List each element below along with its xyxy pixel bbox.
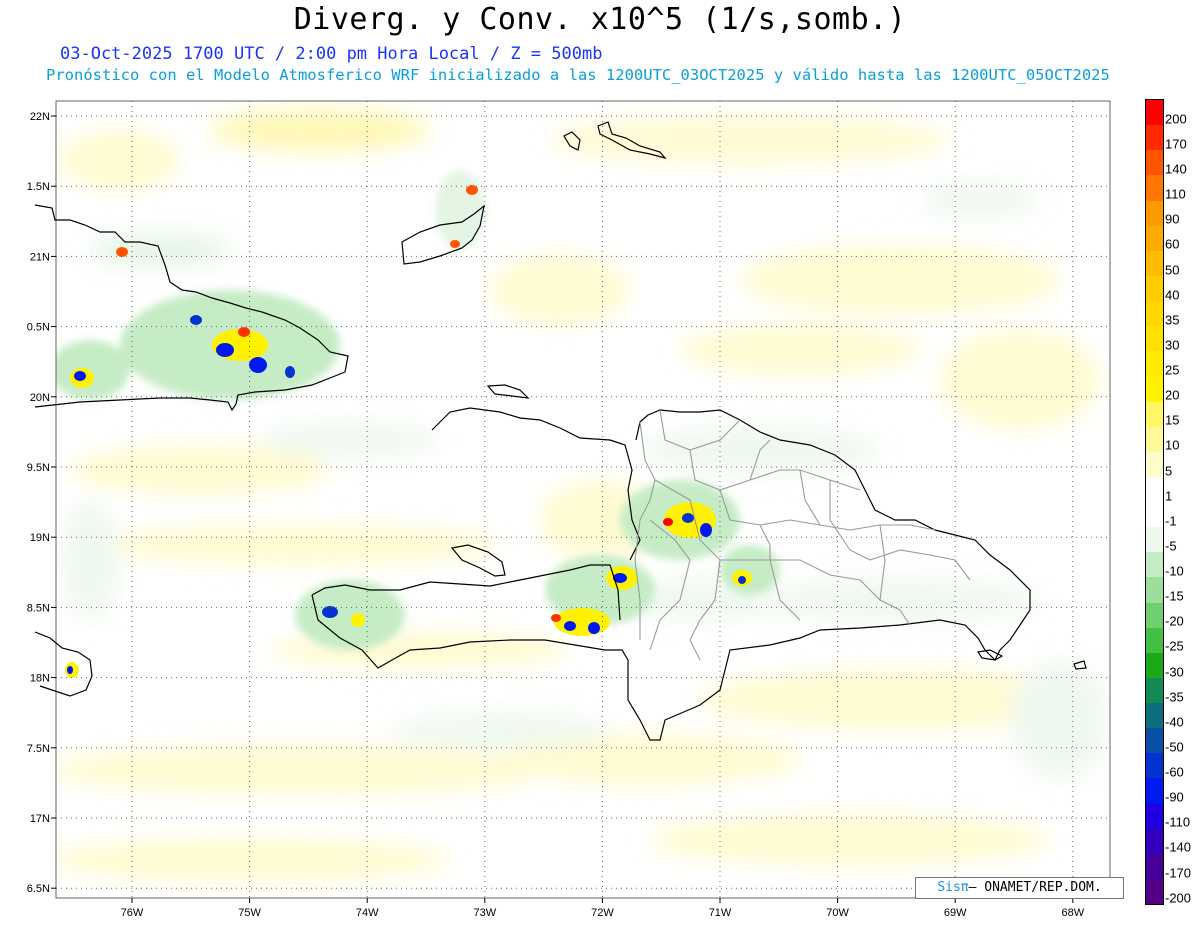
longitude-label: 76W	[121, 907, 144, 919]
colorbar-label: -140	[1165, 839, 1192, 855]
colorbar-label: 15	[1165, 412, 1180, 428]
colorbar-label: -10	[1165, 563, 1184, 579]
colorbar-segment	[1146, 401, 1163, 427]
longitude-label: 71W	[709, 907, 732, 919]
colorbar-segment	[1146, 652, 1163, 678]
longitude-label: 74W	[356, 907, 379, 919]
map-figure: 22N 1.5N 21N 0.5N 20N 9.5N 19N 8.5N 18N 7.5N 17N 6.…	[27, 100, 1111, 919]
colorbar-label: -60	[1165, 764, 1184, 780]
colorbar-label: -40	[1165, 714, 1184, 730]
colorbar-label: -20	[1165, 613, 1184, 629]
colorbar-label: -25	[1165, 638, 1184, 654]
longitude-label: 73W	[473, 907, 496, 919]
colorbar-segment	[1146, 502, 1163, 528]
colorbar-label: 5	[1165, 463, 1173, 479]
colorbar-segment	[1146, 728, 1163, 754]
colorbar-label: -90	[1165, 789, 1184, 805]
latitude-label: 17N	[30, 813, 50, 825]
colorbar-label: 110	[1165, 186, 1186, 202]
colorbar-label: 25	[1165, 362, 1180, 378]
colorbar-segment	[1146, 451, 1163, 477]
colorbar-segment	[1146, 803, 1163, 829]
colorbar-segment	[1146, 778, 1163, 804]
longitude-label: 69W	[944, 907, 967, 919]
colorbar-label: 40	[1165, 287, 1180, 303]
colorbar-segment	[1146, 100, 1163, 126]
colorbar-segment	[1146, 677, 1163, 703]
colorbar-segment	[1146, 602, 1163, 628]
colorbar-label: -1	[1165, 513, 1177, 529]
colorbar-segment	[1146, 476, 1163, 502]
latitude-label: 19N	[30, 532, 50, 544]
colorbar-label: -50	[1165, 739, 1184, 755]
colorbar-segment	[1146, 250, 1163, 276]
colorbar-label: -35	[1165, 689, 1184, 705]
colorbar-label: 35	[1165, 312, 1180, 328]
latitude-label: 0.5N	[27, 322, 50, 334]
colorbar-label: -5	[1165, 538, 1177, 554]
colorbar-label: -110	[1165, 814, 1191, 830]
colorbar-label: 50	[1165, 262, 1180, 278]
colorbar-segment	[1146, 627, 1163, 653]
colorbar-label: -30	[1165, 664, 1184, 680]
colorbar-segment	[1146, 703, 1163, 729]
longitude-labels: 76W 75W 74W 73W 72W 71W 70W 69W 68W	[121, 898, 1085, 919]
colorbar-segment	[1146, 225, 1163, 251]
latitude-label: 6.5N	[27, 883, 50, 895]
colorbar-segment	[1146, 828, 1163, 854]
colorbar-segment	[1146, 326, 1163, 352]
colorbar-label: 170	[1165, 136, 1187, 152]
colorbar-label: 200	[1165, 111, 1187, 127]
colorbar-segment	[1146, 175, 1163, 201]
colorbar-label: -200	[1165, 890, 1192, 906]
colorbar-label: 10	[1165, 437, 1180, 453]
latitude-label: 7.5N	[27, 743, 50, 755]
latitude-label: 8.5N	[27, 602, 50, 614]
colorbar-segment	[1146, 853, 1163, 879]
colorbar-segment	[1146, 552, 1163, 578]
colorbar-label: 1	[1165, 488, 1173, 504]
colorbar-segment	[1146, 275, 1163, 301]
colorbar-label: 140	[1165, 161, 1187, 177]
colorbar-label: -15	[1165, 588, 1184, 604]
colorbar-segment	[1146, 426, 1163, 452]
colorbar-segment	[1146, 376, 1163, 402]
longitude-label: 75W	[238, 907, 261, 919]
colorbar-label: 20	[1165, 387, 1180, 403]
colorbar-segment	[1146, 200, 1163, 226]
latitude-label: 20N	[30, 392, 50, 404]
latitude-label: 1.5N	[27, 181, 50, 193]
colorbar-segment	[1146, 753, 1163, 779]
credit-box: Sisπ– ONAMET/REP.DOM.	[915, 877, 1124, 899]
latitude-label: 22N	[30, 111, 50, 123]
colorbar-label: 90	[1165, 211, 1180, 227]
colorbar-segment	[1146, 125, 1163, 151]
colorbar-segment	[1146, 150, 1163, 176]
longitude-label: 68W	[1061, 907, 1084, 919]
latitude-label: 21N	[30, 251, 50, 263]
sispi-logo-text: Sisπ	[937, 880, 969, 895]
latitude-labels: 22N 1.5N 21N 0.5N 20N 9.5N 19N 8.5N 18N 7.5N 17N 6.…	[27, 111, 56, 895]
colorbar-segment	[1146, 527, 1163, 553]
longitude-label: 72W	[591, 907, 614, 919]
colorbar-label: -170	[1165, 865, 1192, 881]
colorbar-segment	[1146, 351, 1163, 377]
longitude-label: 70W	[826, 907, 849, 919]
onamet-credit: – ONAMET/REP.DOM.	[968, 880, 1102, 895]
colorbar-label: 60	[1165, 236, 1180, 252]
colorbar-segment	[1146, 878, 1163, 904]
latitude-label: 18N	[30, 673, 50, 685]
colorbar-label: 30	[1165, 337, 1180, 353]
latitude-label: 9.5N	[27, 462, 50, 474]
colorbar	[1145, 99, 1164, 905]
colorbar-segment	[1146, 301, 1163, 327]
colorbar-segment	[1146, 577, 1163, 603]
divergence-field	[56, 101, 1110, 898]
